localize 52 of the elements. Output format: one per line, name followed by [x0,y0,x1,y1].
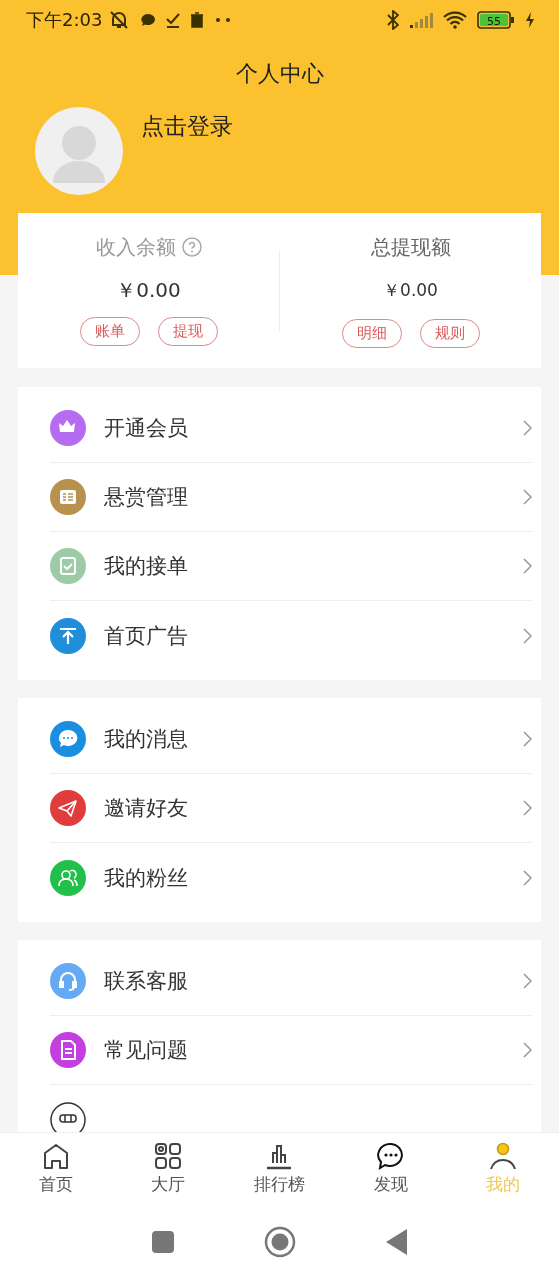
pill-button[interactable]: 规则 [419,319,480,348]
chevron-right-icon [522,489,532,505]
menu-row[interactable]: 我的消息 [50,705,532,774]
menu-row[interactable]: 我的粉丝 [50,843,532,912]
clipboard-icon [50,548,86,584]
person-icon [488,1141,519,1171]
people-icon [50,859,86,896]
chat-icon [50,721,86,757]
balance-label: 收入余额 [95,233,176,261]
chevron-right-icon [522,558,532,574]
upload-icon [50,617,86,654]
chevron-right-icon [522,973,532,989]
chevron-right-icon [522,420,532,436]
menu-row[interactable]: 悬赏管理 [50,463,532,532]
wifi-icon [443,11,467,29]
more-icon [214,17,233,23]
list-icon [50,479,86,515]
grid-icon [152,1141,183,1171]
pill-button[interactable]: 明细 [341,319,402,348]
chevron-right-icon [522,869,532,886]
speech-bubble-icon [140,12,157,28]
status-time: 下午2:03 [26,8,103,32]
pill-button[interactable]: 账单 [79,317,140,346]
menu-row[interactable]: 常见问题 [50,1016,532,1085]
headset-icon [50,963,86,999]
recents-button[interactable] [151,1231,174,1253]
charging-icon [525,12,535,28]
amount-value: ￥0.00 [383,279,438,302]
chevron-right-icon [522,627,532,644]
chevron-right-icon [522,1042,532,1058]
back-button[interactable] [385,1229,408,1255]
amount-value: ￥0.00 [116,277,181,303]
balance-label: 总提现额 [370,233,451,261]
bluetooth-icon [387,10,399,30]
login-link[interactable]: 点击登录 [141,111,233,213]
chevron-right-icon [522,731,532,747]
pill-button[interactable]: 提现 [157,317,218,346]
document-icon [50,1032,86,1068]
menu-row[interactable]: 开通会员 [50,394,532,463]
menu-row[interactable]: 邀请好友 [50,774,532,843]
signal-icon [409,12,433,28]
home-button[interactable] [263,1226,296,1258]
checkmark-icon [166,12,181,28]
chevron-right-icon [522,800,532,816]
help-icon[interactable] [181,237,202,257]
paper-plane-icon [50,790,86,826]
page-title: 个人中心 [234,60,325,88]
menu-row[interactable]: 联系客服 [50,947,532,1016]
menu-row[interactable]: 我的接单 [50,532,532,601]
menu-row[interactable]: 首页广告 [50,601,532,670]
trash-icon [190,12,205,28]
crown-icon [50,410,86,446]
